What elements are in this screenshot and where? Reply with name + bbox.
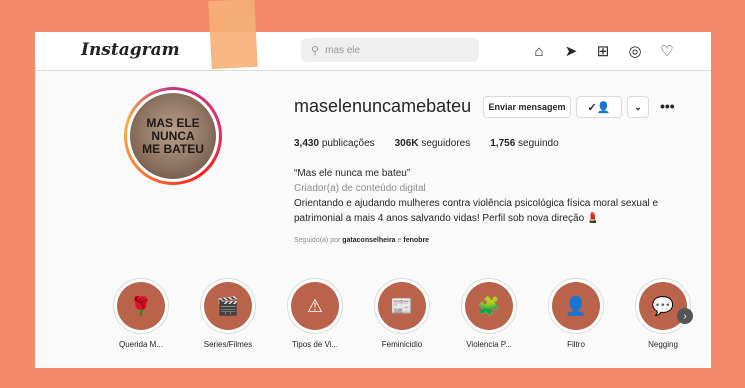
highlight-item[interactable]: 🧩 Violencia P... — [449, 278, 529, 349]
followed-by[interactable]: Seguido(a) por gataconselheira e fenobre — [294, 237, 429, 244]
highlight-item[interactable]: 🌹 Querida M... — [101, 278, 181, 349]
search-input[interactable]: ⚲ mas ele — [301, 38, 479, 62]
following-stat[interactable]: 1,756 seguindo — [490, 138, 558, 149]
highlight-label: Tipos de Vi... — [291, 340, 339, 349]
highlight-cover: 📰 — [378, 282, 426, 330]
profile-stats: 3,430 publicações 306K seguidores 1,756 … — [294, 138, 559, 149]
instagram-logo[interactable]: Instagram — [81, 40, 180, 60]
instagram-window: Instagram ⚲ mas ele ⌂ ➤ ⊞ ◎ ♡ MAS ELE NU… — [35, 32, 711, 368]
highlight-item[interactable]: 🎬 Series/Filmes — [188, 278, 268, 349]
highlight-cover: ⚠ — [291, 282, 339, 330]
highlight-cover: 👤 — [552, 282, 600, 330]
profile-avatar[interactable]: MAS ELE NUNCA ME BATEU — [124, 87, 222, 185]
send-message-button[interactable]: Enviar mensagem — [483, 96, 571, 118]
user-check-icon: ✓👤 — [587, 101, 611, 114]
top-navigation-bar: Instagram ⚲ mas ele ⌂ ➤ ⊞ ◎ ♡ — [35, 32, 711, 71]
highlight-item[interactable]: 👤 Filtro — [536, 278, 616, 349]
explore-icon[interactable]: ◎ — [625, 41, 645, 61]
highlight-label: Negging — [648, 340, 678, 349]
bio-text-line: Orientando e ajudando mulheres contra vi… — [294, 198, 659, 209]
chevron-right-icon[interactable]: › — [677, 308, 693, 324]
avatar-text-line: ME BATEU — [142, 141, 204, 156]
avatar-text-line: NUNCA — [151, 128, 195, 143]
highlight-label: Series/Filmes — [203, 340, 253, 349]
chevron-down-icon: ⌄ — [634, 101, 642, 112]
bio-category: Criador(a) de conteúdo digital — [294, 183, 426, 194]
highlight-cover: 🎬 — [204, 282, 252, 330]
send-icon[interactable]: ➤ — [561, 41, 581, 61]
highlight-label: Violencia P... — [466, 340, 512, 349]
suggested-dropdown-button[interactable]: ⌄ — [627, 96, 649, 118]
avatar-text-line: MAS ELE — [146, 115, 200, 130]
highlight-cover: 🧩 — [465, 282, 513, 330]
highlight-item[interactable]: ⚠ Tipos de Vi... — [275, 278, 355, 349]
profile-username: maselenuncamebateu — [294, 96, 472, 116]
bio-name: “Mas ele nunca me bateu” — [294, 168, 411, 179]
following-button[interactable]: ✓👤 — [576, 96, 622, 118]
profile-bio: “Mas ele nunca me bateu” Criador(a) de c… — [294, 166, 694, 226]
highlight-cover: 🌹 — [117, 282, 165, 330]
search-icon: ⚲ — [311, 44, 320, 57]
bio-text-line: patrimonial a mais 4 anos salvando vidas… — [294, 213, 600, 224]
followers-stat[interactable]: 306K seguidores — [395, 138, 471, 149]
highlight-label: Feminicidio — [381, 340, 423, 349]
avatar-image: MAS ELE NUNCA ME BATEU — [130, 93, 216, 179]
search-text: mas ele — [325, 44, 361, 56]
highlight-item[interactable]: 📰 Feminicidio — [362, 278, 442, 349]
nav-icons: ⌂ ➤ ⊞ ◎ ♡ — [529, 41, 677, 61]
home-icon[interactable]: ⌂ — [529, 41, 549, 61]
heart-icon[interactable]: ♡ — [657, 41, 677, 61]
posts-stat: 3,430 publicações — [294, 138, 375, 149]
new-post-icon[interactable]: ⊞ — [593, 41, 613, 61]
highlight-label: Filtro — [567, 340, 585, 349]
more-options-icon[interactable]: ••• — [660, 98, 675, 114]
highlight-label: Querida M... — [118, 340, 163, 349]
decorative-tape — [208, 0, 258, 70]
